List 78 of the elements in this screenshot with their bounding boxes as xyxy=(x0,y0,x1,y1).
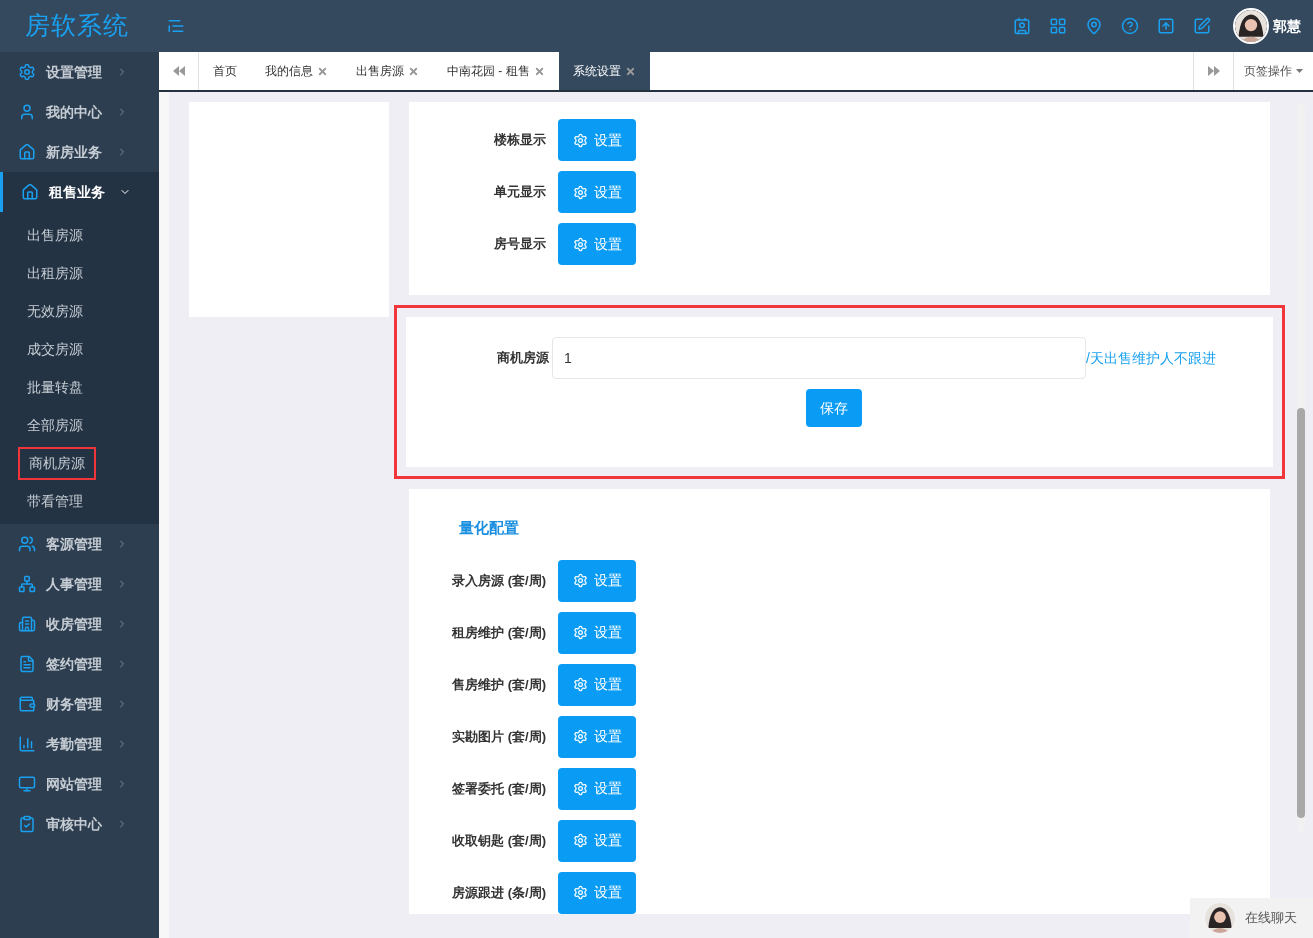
setting-label: 签署委托 (套/周) xyxy=(451,779,547,798)
menu-toggle-icon[interactable] xyxy=(167,17,185,35)
document-icon xyxy=(18,655,36,673)
settings-icon xyxy=(572,184,588,200)
chat-avatar xyxy=(1205,903,1235,933)
user-avatar xyxy=(1235,10,1267,42)
house-icon xyxy=(18,143,36,161)
sidebar-item[interactable]: 设置管理 xyxy=(0,52,159,92)
user-name[interactable]: 郭慧 xyxy=(1273,15,1301,37)
page-tab[interactable]: 中南花园 - 租售 xyxy=(433,52,559,90)
submenu-item[interactable]: 成交房源 xyxy=(18,334,92,364)
settings-icon xyxy=(572,132,588,148)
upload-icon[interactable] xyxy=(1157,17,1175,35)
setting-label: 租房维护 (套/周) xyxy=(451,623,547,642)
sidebar-item[interactable]: 审核中心 xyxy=(0,804,159,844)
submenu-item[interactable]: 无效房源 xyxy=(18,296,92,326)
setting-label: 房源跟进 (条/周) xyxy=(451,883,547,902)
days-suffix: /天出售维护人不跟进 xyxy=(1086,348,1216,368)
settings-icon xyxy=(572,236,588,252)
page-tab[interactable]: 出售房源 xyxy=(342,52,433,90)
close-icon[interactable] xyxy=(408,65,419,77)
tab-actions-dropdown[interactable]: 页签操作 xyxy=(1233,52,1313,90)
sidebar-item[interactable]: 签约管理 xyxy=(0,644,159,684)
submenu-item[interactable]: 出售房源 xyxy=(18,220,92,250)
settings-icon xyxy=(572,729,588,744)
hierarchy-icon xyxy=(18,575,36,593)
settings-icon xyxy=(572,833,588,848)
chat-widget[interactable]: 在线聊天 xyxy=(1190,898,1313,938)
settings-icon xyxy=(572,781,588,796)
setting-label: 商机房源 xyxy=(496,349,550,368)
setting-label: 房号显示 xyxy=(493,235,547,254)
grid-icon[interactable] xyxy=(1049,17,1067,35)
logo: 房软系统 xyxy=(25,10,130,42)
submenu-item[interactable]: 全部房源 xyxy=(18,410,92,440)
sidebar-item[interactable]: 人事管理 xyxy=(0,564,159,604)
days-input[interactable]: 1 xyxy=(552,337,1086,379)
monitor-icon xyxy=(18,775,36,793)
settings-icon xyxy=(572,625,588,640)
sidebar-item[interactable]: 新房业务 xyxy=(0,132,159,172)
building-icon xyxy=(18,615,36,633)
house-icon xyxy=(21,183,39,201)
wallet-icon xyxy=(18,695,36,713)
edit-icon[interactable] xyxy=(1193,17,1211,35)
settings-icon xyxy=(572,885,588,900)
caret-icon xyxy=(1296,69,1303,73)
submenu-item[interactable]: 商机房源 xyxy=(18,446,96,480)
setting-label: 楼栋显示 xyxy=(492,131,547,150)
map-pin-icon[interactable] xyxy=(1085,17,1103,35)
submenu-item[interactable]: 带看管理 xyxy=(18,486,92,516)
help-icon[interactable] xyxy=(1121,17,1139,35)
submenu-item[interactable]: 批量转盘 xyxy=(18,372,92,402)
close-icon[interactable] xyxy=(533,65,545,77)
setting-label: 实勘图片 (套/周) xyxy=(451,727,547,746)
setting-label: 录入房源 (套/周) xyxy=(451,571,547,590)
page-tab[interactable]: 首页 xyxy=(199,52,251,90)
setting-label: 售房维护 (套/周) xyxy=(451,675,547,694)
person-icon xyxy=(18,103,36,121)
page-tab[interactable]: 我的信息 xyxy=(251,52,342,90)
close-icon[interactable] xyxy=(317,65,328,77)
sidebar-item[interactable]: 客源管理 xyxy=(0,524,159,564)
gear-icon xyxy=(18,63,36,81)
sidebar-item[interactable]: 财务管理 xyxy=(0,684,159,724)
settings-icon xyxy=(572,573,588,588)
settings-icon xyxy=(572,677,588,692)
setting-label: 收取钥匙 (套/周) xyxy=(451,831,547,850)
submenu-item[interactable]: 出租房源 xyxy=(18,258,92,288)
setting-label: 单元显示 xyxy=(493,183,547,202)
bar-chart-icon xyxy=(18,735,36,753)
contact-book-icon[interactable] xyxy=(1013,17,1031,35)
clipboard-check-icon xyxy=(18,815,36,833)
close-icon[interactable] xyxy=(624,65,636,77)
sidebar-item[interactable]: 收房管理 xyxy=(0,604,159,644)
section-title: 量化配置 xyxy=(459,518,520,538)
sidebar-item[interactable]: 我的中心 xyxy=(0,92,159,132)
sidebar-item[interactable]: 考勤管理 xyxy=(0,724,159,764)
page-tab[interactable]: 系统设置 xyxy=(558,52,650,90)
people-icon xyxy=(18,535,36,553)
sidebar-item[interactable]: 网站管理 xyxy=(0,764,159,804)
